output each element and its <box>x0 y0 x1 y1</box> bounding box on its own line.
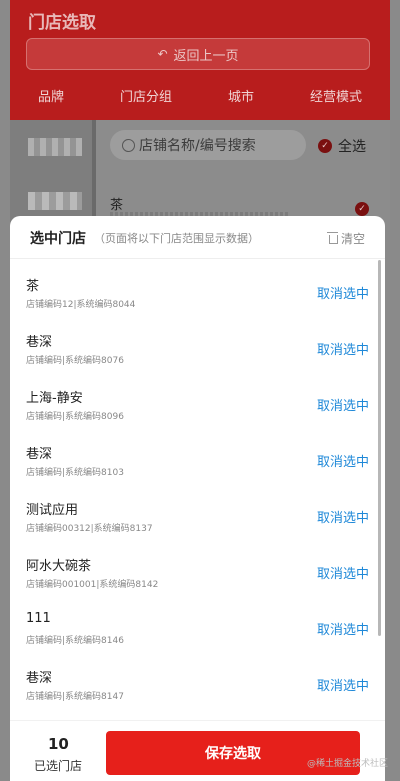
store-name: 茶 <box>26 279 40 294</box>
deselect-button[interactable]: 取消选中 <box>317 283 369 302</box>
list-item: 巷深 店铺编码|系统编码8147 取消选中 <box>10 656 385 712</box>
store-code: 店铺编码001001|系统编码8142 <box>26 580 159 590</box>
search-icon <box>122 138 135 152</box>
brand-item-blurred[interactable] <box>28 138 82 156</box>
deselect-button[interactable]: 取消选中 <box>317 507 369 526</box>
tab-business-mode[interactable]: 经营模式 <box>304 82 368 118</box>
list-item: 茶 店铺编码12|系统编码8044 取消选中 <box>10 264 385 320</box>
store-code: 店铺编码12|系统编码8044 <box>26 300 136 310</box>
check-icon[interactable]: ✓ <box>355 202 369 216</box>
list-item: 测试应用 店铺编码00312|系统编码8137 取消选中 <box>10 488 385 544</box>
selected-stores-panel: 选中门店 （页面将以下门店范围显示数据） 清空 茶 店铺编码12|系统编码804… <box>10 216 385 781</box>
store-peek-name[interactable]: 茶 <box>110 194 123 213</box>
deselect-button[interactable]: 取消选中 <box>317 619 369 638</box>
search-input[interactable]: 店铺名称/编号搜索 <box>110 130 306 160</box>
list-item: 巷深 店铺编码|系统编码8076 取消选中 <box>10 320 385 376</box>
deselect-button[interactable]: 取消选中 <box>317 395 369 414</box>
selected-count-label: 已选门店 <box>34 759 83 773</box>
check-icon: ✓ <box>318 139 332 153</box>
store-code: 店铺编码|系统编码8147 <box>26 692 124 702</box>
search-placeholder: 店铺名称/编号搜索 <box>139 138 256 154</box>
brand-item-blurred[interactable] <box>28 192 82 210</box>
deselect-button[interactable]: 取消选中 <box>317 339 369 358</box>
back-button-label: 返回上一页 <box>173 48 239 64</box>
page-title: 门店选取 <box>28 13 96 33</box>
panel-header: 选中门店 （页面将以下门店范围显示数据） 清空 <box>10 216 385 259</box>
back-button[interactable]: ↶ 返回上一页 <box>26 38 370 70</box>
watermark: @稀土掘金技术社区 <box>306 759 388 769</box>
panel-note: （页面将以下门店范围显示数据） <box>94 232 259 245</box>
deselect-button[interactable]: 取消选中 <box>317 451 369 470</box>
store-code: 店铺编码|系统编码8146 <box>26 636 124 646</box>
panel-title: 选中门店 <box>30 231 86 247</box>
select-all-label: 全选 <box>338 139 366 155</box>
tab-brand[interactable]: 品牌 <box>25 82 77 124</box>
filter-tabs: 品牌 门店分组 城市 经营模式 <box>10 82 390 124</box>
deselect-button[interactable]: 取消选中 <box>317 563 369 582</box>
list-item: 111 店铺编码|系统编码8146 取消选中 <box>10 600 385 656</box>
clear-label: 清空 <box>340 232 365 246</box>
store-code: 店铺编码|系统编码8103 <box>26 468 124 478</box>
tab-store-group[interactable]: 门店分组 <box>114 82 178 118</box>
list-item: 阿水大碗茶 店铺编码001001|系统编码8142 取消选中 <box>10 544 385 600</box>
back-arrow-icon: ↶ <box>157 47 168 61</box>
store-list: 店铺名称/编号搜索 ✓ 全选 茶 ✓ <box>96 120 390 230</box>
store-name: 111 <box>26 611 51 626</box>
selected-count: 10 <box>48 735 69 753</box>
list-item: 上海-静安 店铺编码|系统编码8096 取消选中 <box>10 376 385 432</box>
clear-button[interactable]: 清空 <box>326 230 365 247</box>
store-name: 测试应用 <box>26 503 79 518</box>
deselect-button[interactable]: 取消选中 <box>317 675 369 694</box>
select-all-toggle[interactable]: ✓ 全选 <box>318 136 366 156</box>
store-code: 店铺编码|系统编码8076 <box>26 356 124 366</box>
tab-city[interactable]: 城市 <box>222 82 260 118</box>
selected-store-list: 茶 店铺编码12|系统编码8044 取消选中 巷深 店铺编码|系统编码8076 … <box>10 264 385 712</box>
trash-icon <box>326 232 338 244</box>
store-name: 巷深 <box>26 335 53 350</box>
footer-bar: 10 已选门店 保存选取 <box>10 720 385 781</box>
store-name: 巷深 <box>26 671 53 686</box>
store-name: 巷深 <box>26 447 53 462</box>
list-item: 巷深 店铺编码|系统编码8103 取消选中 <box>10 432 385 488</box>
store-name: 上海-静安 <box>26 391 83 406</box>
store-code: 店铺编码00312|系统编码8137 <box>26 524 153 534</box>
header: 门店选取 ↶ 返回上一页 品牌 门店分组 城市 经营模式 <box>10 0 390 124</box>
scrollbar[interactable] <box>378 260 381 636</box>
brand-list <box>10 120 92 230</box>
store-name: 阿水大碗茶 <box>26 559 92 574</box>
store-code: 店铺编码|系统编码8096 <box>26 412 124 422</box>
